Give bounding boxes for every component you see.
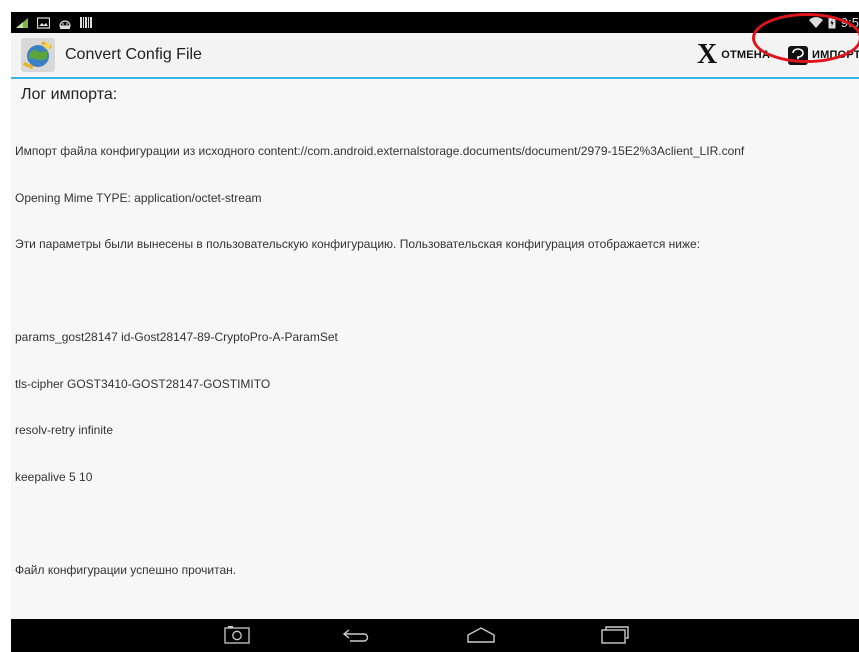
log-line: Импорт файла конфигурации из исходного c…: [15, 144, 745, 158]
import-icon: [788, 46, 808, 65]
battery-icon: [828, 16, 836, 29]
recents-button[interactable]: [595, 623, 635, 647]
cancel-button[interactable]: X ОТМЕНА: [697, 39, 770, 71]
log-line: Opening Mime TYPE: application/octet-str…: [15, 190, 262, 205]
cancel-label: ОТМЕНА: [721, 49, 771, 61]
log-title: Лог импорта:: [21, 86, 118, 103]
log-line: resolv-retry infinite: [15, 423, 114, 437]
recents-icon: [601, 626, 629, 644]
action-bar: Convert Config File X ОТМЕНА ИМПОРТ: [11, 33, 859, 79]
home-button[interactable]: [461, 623, 501, 647]
clock: 9:5: [840, 15, 859, 30]
android-icon: [59, 19, 71, 29]
app-icon[interactable]: [21, 38, 55, 72]
home-icon: [467, 627, 495, 643]
status-system: 9:5: [808, 14, 859, 31]
device-screen: 9:5 Convert Config File X ОТМЕНА ИМПОРТ: [11, 12, 859, 652]
signal-icon: [16, 17, 28, 28]
status-bar: 9:5: [11, 12, 859, 33]
camera-icon: [224, 626, 250, 644]
barcode-icon: [80, 17, 92, 28]
import-label: ИМПОРТ: [812, 49, 859, 61]
log-line: Файл конфигурации успешно прочитан.: [15, 562, 237, 577]
log-line: Эти параметры были вынесены в пользовате…: [15, 237, 701, 251]
camera-button[interactable]: [217, 623, 257, 647]
log-line: params_gost28147 id-Gost28147-89-CryptoP…: [15, 330, 338, 344]
navigation-bar: [11, 619, 859, 652]
log-line: tls-cipher GOST3410-GOST28147-GOSTIMITO: [15, 376, 271, 391]
image-icon: [37, 16, 50, 29]
status-notifications: [15, 14, 92, 31]
back-icon: [342, 629, 369, 642]
back-button[interactable]: [337, 623, 377, 647]
log-line: keepalive 5 10: [15, 469, 93, 484]
log-text: Импорт файла конфигурации из исходного c…: [15, 113, 744, 609]
app-title: Convert Config File: [65, 46, 202, 63]
close-icon: X: [697, 39, 718, 70]
import-button[interactable]: ИМПОРТ: [787, 39, 859, 71]
wifi-icon: [808, 16, 823, 28]
